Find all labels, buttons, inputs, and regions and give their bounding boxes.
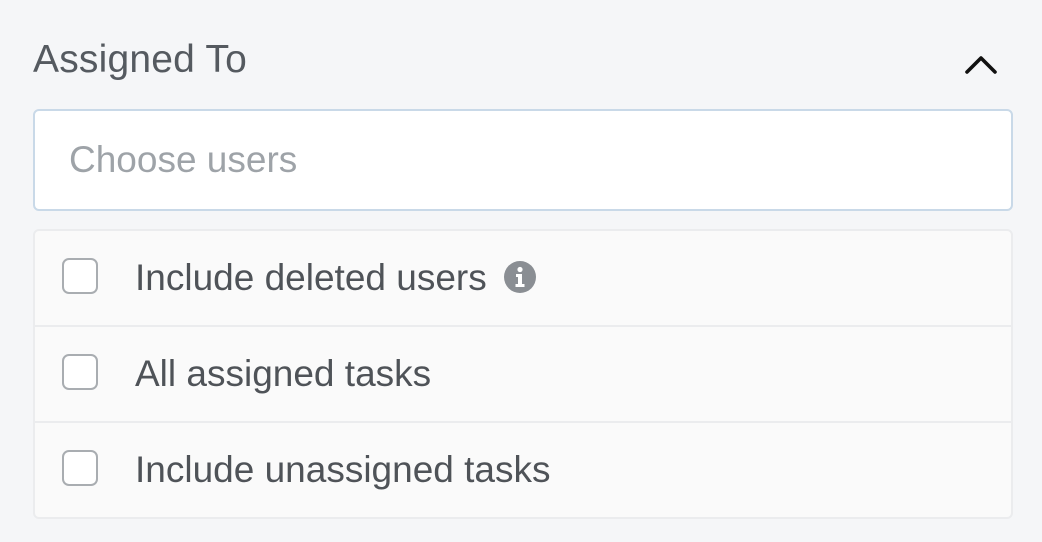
option-label: Include unassigned tasks bbox=[135, 449, 551, 490]
include-unassigned-tasks-checkbox[interactable] bbox=[62, 450, 98, 486]
filter-options-list: Include deleted users All assigned tasks… bbox=[33, 229, 1013, 519]
option-include-deleted-users[interactable]: Include deleted users bbox=[35, 231, 1011, 325]
include-deleted-users-checkbox[interactable] bbox=[62, 258, 98, 294]
option-label-text: Include deleted users bbox=[135, 257, 487, 298]
assigned-to-filter: Assigned To Include deleted users bbox=[33, 0, 1013, 519]
choose-users-input[interactable] bbox=[35, 111, 1011, 209]
collapse-button[interactable] bbox=[961, 44, 1001, 84]
filter-title: Assigned To bbox=[33, 38, 247, 81]
user-search-field bbox=[33, 109, 1013, 211]
option-include-unassigned-tasks[interactable]: Include unassigned tasks bbox=[35, 421, 1011, 517]
option-label: All assigned tasks bbox=[135, 353, 432, 394]
option-all-assigned-tasks[interactable]: All assigned tasks bbox=[35, 325, 1011, 421]
info-icon[interactable] bbox=[503, 260, 537, 294]
all-assigned-tasks-checkbox[interactable] bbox=[62, 354, 98, 390]
chevron-up-icon bbox=[961, 44, 1001, 84]
option-label: Include deleted users bbox=[135, 257, 537, 299]
filter-header: Assigned To bbox=[33, 0, 1013, 108]
